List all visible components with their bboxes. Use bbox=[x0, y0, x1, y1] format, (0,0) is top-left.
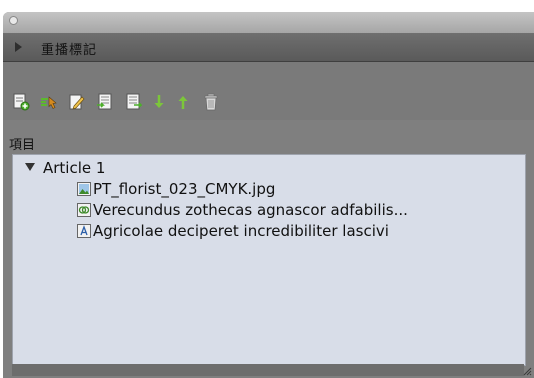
item-tree[interactable]: Article 1 PT_florist_023_CMYK.jpg Verecu… bbox=[12, 154, 526, 366]
horizontal-scrollbar[interactable] bbox=[12, 364, 524, 376]
disclosure-triangle-icon[interactable] bbox=[25, 163, 35, 171]
new-item-icon[interactable] bbox=[11, 92, 31, 112]
close-icon[interactable] bbox=[9, 16, 18, 25]
panel-title: 重播標記 bbox=[41, 43, 98, 58]
collapse-triangle-icon[interactable] bbox=[15, 42, 22, 52]
tree-article-row[interactable]: Article 1 bbox=[25, 158, 105, 178]
text-icon bbox=[77, 224, 91, 238]
tree-item-row[interactable]: Verecundus zothecas agnascor adfabilis..… bbox=[77, 200, 408, 220]
replay-markers-panel: 重播標記 項目 Article 1 PT_florist_023_CMYK.jp… bbox=[3, 12, 534, 378]
article-label: Article 1 bbox=[43, 159, 106, 177]
item-label: Agricolae deciperet incredibiliter lasci… bbox=[93, 222, 389, 240]
tree-item-row[interactable]: PT_florist_023_CMYK.jpg bbox=[77, 179, 275, 199]
trash-icon[interactable] bbox=[201, 92, 221, 112]
select-item-icon[interactable] bbox=[39, 92, 59, 112]
link-icon bbox=[77, 203, 91, 217]
toolbar bbox=[3, 62, 534, 120]
section-label: 項目 bbox=[9, 138, 36, 153]
item-label: PT_florist_023_CMYK.jpg bbox=[93, 180, 276, 198]
tree-item-row[interactable]: Agricolae deciperet incredibiliter lasci… bbox=[77, 221, 389, 241]
item-label: Verecundus zothecas agnascor adfabilis..… bbox=[93, 201, 408, 219]
panel-titlebar[interactable] bbox=[3, 12, 534, 34]
export-icon[interactable] bbox=[123, 92, 143, 112]
panel-header[interactable]: 重播標記 bbox=[3, 34, 534, 62]
import-icon[interactable] bbox=[95, 92, 115, 112]
move-up-icon[interactable] bbox=[173, 92, 193, 112]
image-icon bbox=[77, 182, 91, 196]
resize-grip-icon[interactable] bbox=[522, 366, 532, 376]
edit-item-icon[interactable] bbox=[67, 92, 87, 112]
move-down-icon[interactable] bbox=[149, 92, 169, 112]
